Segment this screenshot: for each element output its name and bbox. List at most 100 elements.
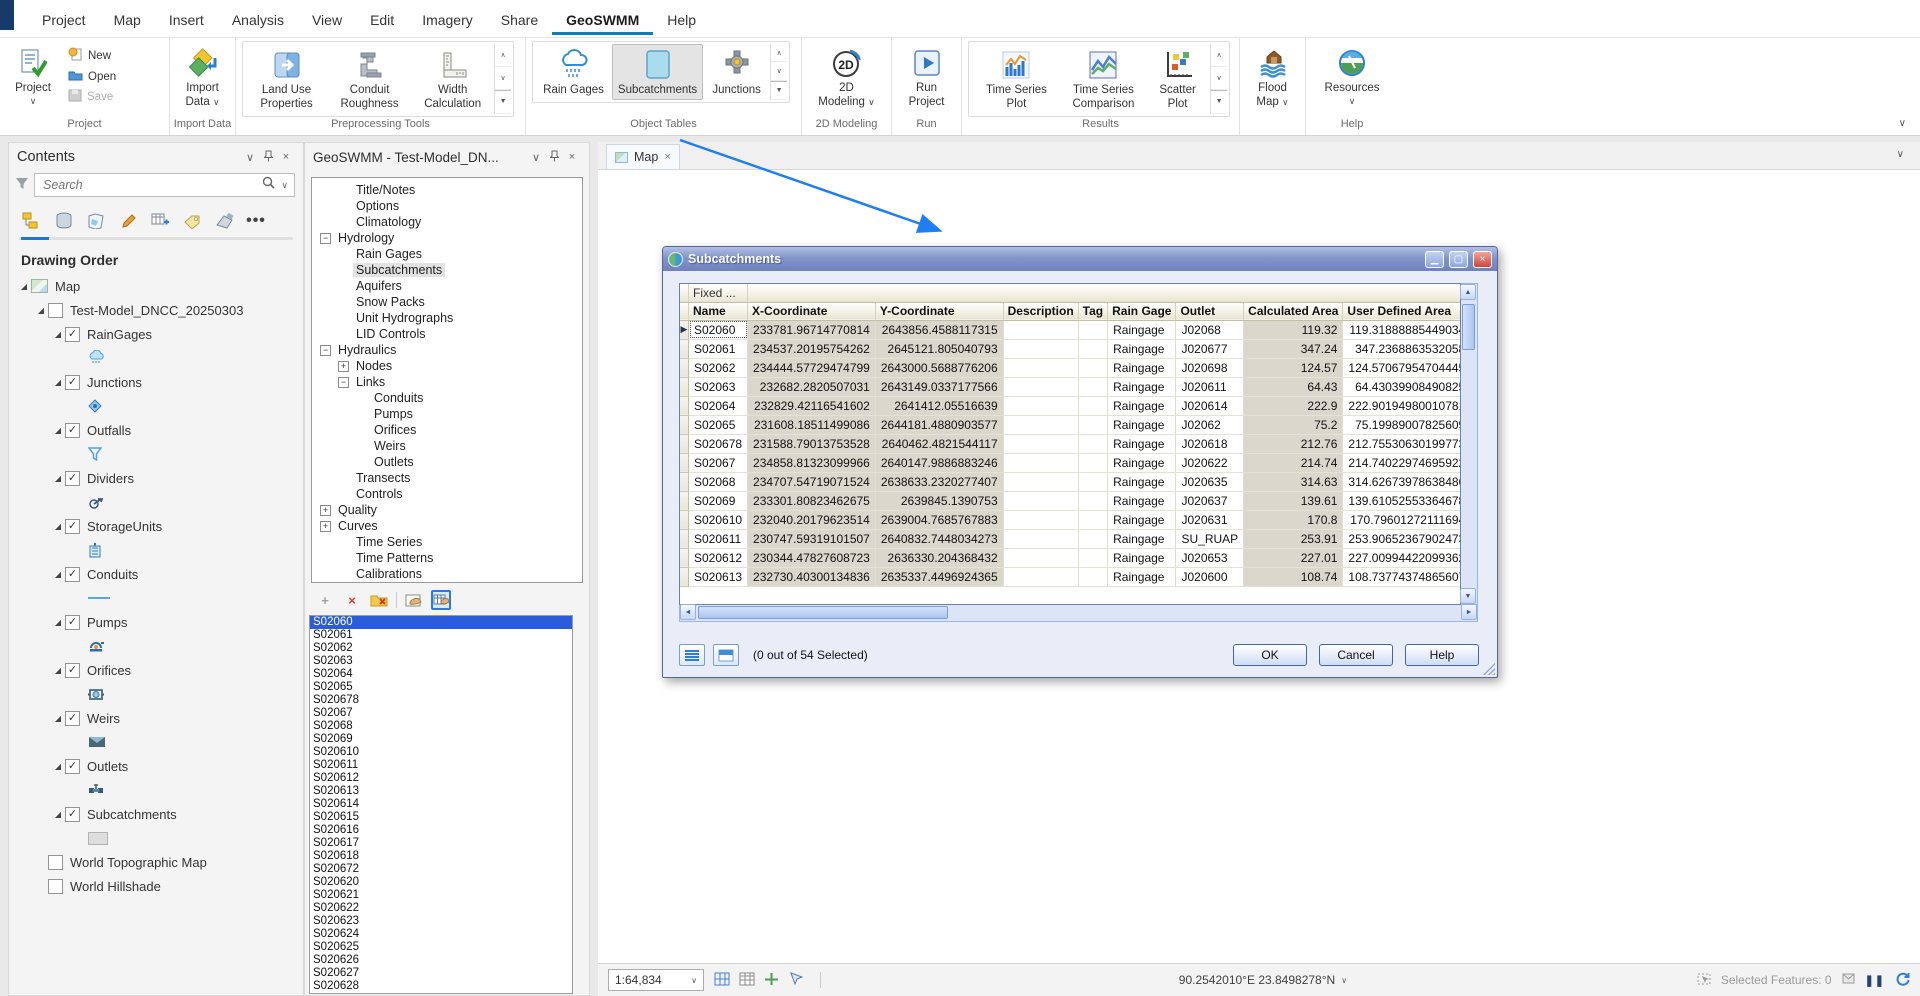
group-scroll-buttons[interactable]: ∧∨▼: [1210, 44, 1227, 114]
column-header-name[interactable]: Name: [689, 302, 748, 320]
cell[interactable]: 222.90194980010781: [1343, 396, 1461, 415]
row-selector[interactable]: [680, 434, 689, 453]
minimize-button[interactable]: ▁: [1425, 251, 1444, 268]
cell[interactable]: 232040.20179623514: [748, 510, 876, 529]
cell[interactable]: [1078, 548, 1107, 567]
open-properties-button[interactable]: [404, 590, 424, 610]
horizontal-scrollbar[interactable]: ◄ ►: [679, 605, 1478, 622]
expander-icon[interactable]: ◢: [51, 714, 65, 723]
cell[interactable]: 2643149.0337177566: [875, 377, 1003, 396]
cell[interactable]: 227.01: [1244, 548, 1343, 567]
cell[interactable]: J020653: [1176, 548, 1244, 567]
cell[interactable]: S02061: [689, 339, 748, 358]
open-button[interactable]: Open: [64, 68, 120, 85]
contents-layer-outfalls[interactable]: ◢✓Outfalls: [15, 418, 303, 442]
cell[interactable]: 170.79601272111694: [1343, 510, 1461, 529]
list-item[interactable]: S02060: [310, 616, 572, 629]
cell[interactable]: 108.74: [1244, 567, 1343, 586]
contents-layer-orifices[interactable]: ◢✓Orifices: [15, 658, 303, 682]
collapse-icon[interactable]: −: [320, 233, 331, 244]
cell[interactable]: 214.74: [1244, 453, 1343, 472]
cell[interactable]: 253.91: [1244, 529, 1343, 548]
table-row[interactable]: S02062234444.577294747992643000.56887762…: [680, 358, 1461, 377]
list-item[interactable]: S020618: [310, 850, 572, 863]
contents-layer-outlets[interactable]: ◢✓Outlets: [15, 754, 303, 778]
new-button[interactable]: New: [64, 46, 120, 65]
geoswmm-tree-item-outlets[interactable]: Outlets: [314, 454, 582, 470]
cell[interactable]: 2640462.4821544117: [875, 434, 1003, 453]
list-item[interactable]: S02065: [310, 681, 572, 694]
cell[interactable]: 214.74022974695922: [1343, 453, 1461, 472]
cell[interactable]: 2644181.4880903577: [875, 415, 1003, 434]
table-row[interactable]: S020613232730.403001348362635337.4496924…: [680, 567, 1461, 586]
cell[interactable]: J020600: [1176, 567, 1244, 586]
list-item[interactable]: S02062: [310, 642, 572, 655]
geoswmm-tree-item-unit-hydrographs[interactable]: Unit Hydrographs: [314, 310, 582, 326]
layer-symbol-junction[interactable]: [15, 394, 303, 418]
cell[interactable]: [1078, 339, 1107, 358]
snapping-icon[interactable]: [764, 972, 779, 989]
cell[interactable]: S02069: [689, 491, 748, 510]
row-selector[interactable]: [680, 358, 689, 377]
expander-icon[interactable]: ◢: [17, 282, 31, 291]
cell[interactable]: S02062: [689, 358, 748, 377]
row-selector[interactable]: [680, 377, 689, 396]
tab-options-icon[interactable]: ∨: [1897, 149, 1904, 160]
cell[interactable]: 234858.81323099966: [748, 453, 876, 472]
cell[interactable]: 230747.59319101507: [748, 529, 876, 548]
cell[interactable]: Raingage: [1108, 510, 1176, 529]
pin-icon[interactable]: [545, 150, 563, 165]
cell[interactable]: 347.2368863532058: [1343, 339, 1461, 358]
contents-layer-junctions[interactable]: ◢✓Junctions: [15, 370, 303, 394]
cell[interactable]: Raingage: [1108, 491, 1176, 510]
layer-checkbox[interactable]: ✓: [65, 807, 80, 822]
group-scroll-buttons[interactable]: ∧∨▼: [770, 44, 787, 100]
cell[interactable]: 230344.47827608723: [748, 548, 876, 567]
row-selector[interactable]: [680, 472, 689, 491]
cell[interactable]: 2638633.2320277407: [875, 472, 1003, 491]
table-row[interactable]: S02061234537.201957542622645121.80504079…: [680, 339, 1461, 358]
filter-icon[interactable]: [15, 176, 29, 195]
menu-tab-insert[interactable]: Insert: [155, 3, 218, 35]
help-button[interactable]: Help: [1405, 644, 1479, 666]
layer-symbol-raingage[interactable]: [15, 346, 303, 370]
map-scale-select[interactable]: 1:64,834 ∨: [608, 969, 704, 991]
cell[interactable]: J020611: [1176, 377, 1244, 396]
cell[interactable]: [1003, 472, 1078, 491]
delete-all-button[interactable]: [369, 590, 389, 610]
show-selected-rows-button[interactable]: [713, 644, 739, 666]
contents-layer-test-model-dncc-20250303[interactable]: ◢Test-Model_DNCC_20250303: [15, 298, 303, 322]
imagery-view-icon[interactable]: [213, 210, 235, 232]
list-item[interactable]: S020628: [310, 980, 572, 993]
layer-symbol-orifice[interactable]: [15, 682, 303, 706]
layer-checkbox[interactable]: ✓: [65, 615, 80, 630]
expander-icon[interactable]: ◢: [51, 426, 65, 435]
cell[interactable]: SU_RUAP: [1176, 529, 1244, 548]
cell[interactable]: [1078, 415, 1107, 434]
list-item[interactable]: S020626: [310, 954, 572, 967]
cell[interactable]: [1003, 529, 1078, 548]
cell[interactable]: J020677: [1176, 339, 1244, 358]
cell[interactable]: 124.57: [1244, 358, 1343, 377]
geoswmm-tree-item-climatology[interactable]: Climatology: [314, 214, 582, 230]
expander-icon[interactable]: ◢: [51, 666, 65, 675]
contents-layer-world-topographic-map[interactable]: World Topographic Map: [15, 850, 303, 874]
group-scroll-buttons[interactable]: ∧∨▼: [494, 44, 511, 114]
layer-symbol-conduit[interactable]: [15, 586, 303, 610]
row-selector[interactable]: [680, 453, 689, 472]
geoswmm-tree-item-controls[interactable]: Controls: [314, 486, 582, 502]
list-item[interactable]: S020624: [310, 928, 572, 941]
list-item[interactable]: S02067: [310, 707, 572, 720]
cell[interactable]: J020637: [1176, 491, 1244, 510]
coordinates-display[interactable]: 90.2542010°E 23.8498278°N ∨: [1179, 973, 1347, 987]
table-add-icon[interactable]: [149, 210, 171, 232]
search-input-box[interactable]: ∨: [34, 173, 295, 197]
geoswmm-tree-item-links[interactable]: −Links: [314, 374, 582, 390]
panel-menu-icon[interactable]: ∨: [241, 151, 259, 164]
search-input[interactable]: [41, 177, 256, 193]
contents-layer-conduits[interactable]: ◢✓Conduits: [15, 562, 303, 586]
table-row[interactable]: S02064232829.421165416022641412.05516639…: [680, 396, 1461, 415]
row-selector[interactable]: [680, 567, 689, 586]
layer-checkbox[interactable]: ✓: [65, 567, 80, 582]
cell[interactable]: [1078, 472, 1107, 491]
